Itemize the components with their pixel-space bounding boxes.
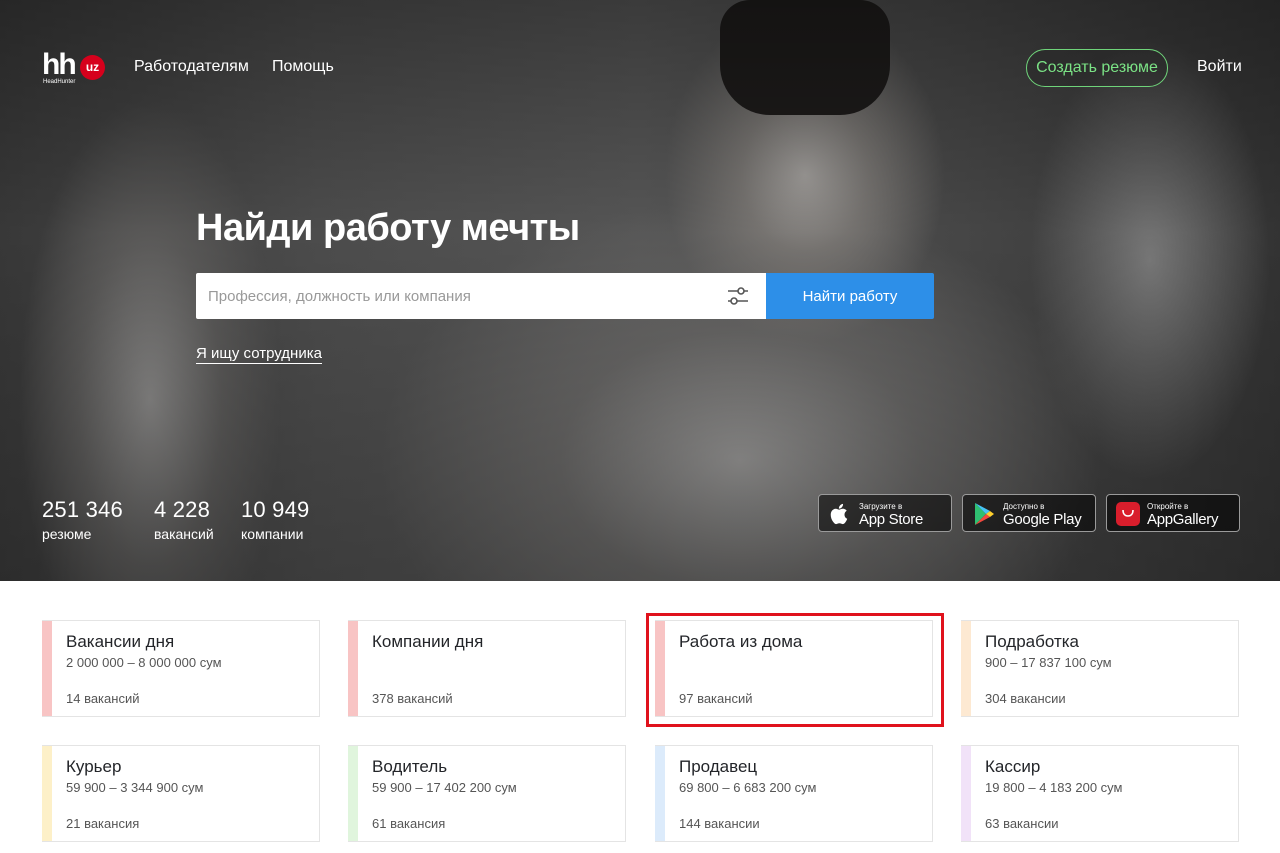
- google-play-icon: [975, 503, 994, 525]
- stat-resumes: 251 346 резюме: [42, 497, 123, 542]
- card-accent: [42, 621, 52, 716]
- store-small-text: Доступно в: [1003, 502, 1045, 511]
- card-title: Подработка: [985, 632, 1079, 651]
- card-vacancies-of-day[interactable]: Вакансии дня 2 000 000 – 8 000 000 сум 1…: [42, 620, 320, 717]
- stat-value: 10 949: [241, 497, 310, 522]
- card-part-time[interactable]: Подработка 900 – 17 837 100 сум 304 вака…: [961, 620, 1239, 717]
- app-store-badge[interactable]: Загрузите в App Store: [818, 494, 952, 532]
- card-salary: 59 900 – 17 402 200 сум: [372, 780, 517, 795]
- store-small-text: Загрузите в: [859, 502, 903, 511]
- search-box: [196, 273, 766, 319]
- card-salary: 2 000 000 – 8 000 000 сум: [66, 655, 222, 670]
- stat-vacancies: 4 228 вакансий: [154, 497, 214, 542]
- stat-label: компании: [241, 526, 304, 542]
- card-cashier[interactable]: Кассир 19 800 – 4 183 200 сум 63 ваканси…: [961, 745, 1239, 842]
- card-accent: [348, 746, 358, 841]
- stat-label: вакансий: [154, 526, 214, 542]
- stat-companies: 10 949 компании: [241, 497, 310, 542]
- appgallery-badge[interactable]: Откройте в AppGallery: [1106, 494, 1240, 532]
- card-seller[interactable]: Продавец 69 800 – 6 683 200 сум 144 вака…: [655, 745, 933, 842]
- card-salary: 69 800 – 6 683 200 сум: [679, 780, 817, 795]
- card-driver[interactable]: Водитель 59 900 – 17 402 200 сум 61 вака…: [348, 745, 626, 842]
- logo-subtitle: HeadHunter: [43, 79, 76, 85]
- create-resume-button[interactable]: Создать резюме: [1026, 49, 1168, 87]
- card-title: Компании дня: [372, 632, 484, 651]
- card-count: 304 вакансии: [985, 691, 1066, 706]
- store-name: App Store: [859, 511, 924, 528]
- nav-help-link[interactable]: Помощь: [272, 58, 334, 76]
- card-count: 378 вакансий: [372, 691, 453, 706]
- card-accent: [42, 746, 52, 841]
- card-title: Водитель: [372, 757, 448, 776]
- card-count: 21 вакансия: [66, 816, 140, 831]
- google-play-badge[interactable]: Доступно в Google Play: [962, 494, 1096, 532]
- logo-badge: uz: [80, 55, 105, 80]
- card-count: 14 вакансий: [66, 691, 140, 706]
- card-companies-of-day[interactable]: Компании дня 378 вакансий: [348, 620, 626, 717]
- store-name: Google Play: [1003, 511, 1082, 528]
- card-title: Кассир: [985, 757, 1041, 776]
- hero-title: Найди работу мечты: [196, 207, 580, 249]
- apple-icon: [830, 503, 848, 525]
- login-link[interactable]: Войти: [1197, 58, 1242, 76]
- hero-banner: hh uz HeadHunter Работодателям Помощь Со…: [0, 0, 1280, 581]
- stat-value: 251 346: [42, 497, 123, 522]
- stat-label: резюме: [42, 526, 92, 542]
- nav-employers-link[interactable]: Работодателям: [134, 58, 249, 76]
- card-salary: 900 – 17 837 100 сум: [985, 655, 1112, 670]
- hh-logo[interactable]: hh uz HeadHunter: [42, 48, 105, 86]
- card-title: Продавец: [679, 757, 758, 776]
- filter-settings-icon[interactable]: [726, 285, 750, 307]
- search-button[interactable]: Найти работу: [766, 273, 934, 319]
- logo-text: hh: [42, 48, 77, 81]
- card-count: 144 вакансии: [679, 816, 760, 831]
- card-title: Вакансии дня: [66, 632, 175, 651]
- card-accent: [961, 746, 971, 841]
- employer-search-link[interactable]: Я ищу сотрудника: [196, 345, 322, 364]
- huawei-icon: [1116, 502, 1140, 526]
- card-count: 63 вакансии: [985, 816, 1059, 831]
- card-accent: [348, 621, 358, 716]
- card-salary: 19 800 – 4 183 200 сум: [985, 780, 1123, 795]
- card-courier[interactable]: Курьер 59 900 – 3 344 900 сум 21 ваканси…: [42, 745, 320, 842]
- search-input[interactable]: [196, 273, 716, 319]
- store-small-text: Откройте в: [1147, 502, 1189, 511]
- stat-value: 4 228: [154, 497, 211, 522]
- card-accent: [961, 621, 971, 716]
- card-salary: 59 900 – 3 344 900 сум: [66, 780, 204, 795]
- card-title: Курьер: [66, 757, 122, 776]
- card-accent: [655, 746, 665, 841]
- highlight-frame: [646, 613, 944, 727]
- card-count: 61 вакансия: [372, 816, 446, 831]
- store-name: AppGallery: [1147, 511, 1219, 528]
